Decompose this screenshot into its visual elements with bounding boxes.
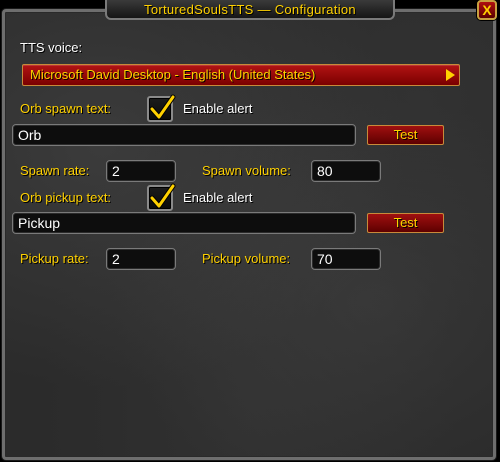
- spawn-rate-label: Spawn rate:: [20, 163, 90, 178]
- dropdown-arrow-icon: [446, 69, 455, 81]
- close-button[interactable]: X: [477, 0, 497, 20]
- title-bar[interactable]: TorturedSoulsTTS — Configuration: [105, 0, 395, 20]
- orb-spawn-enable-checkbox[interactable]: [147, 94, 176, 122]
- orb-pickup-enable-label: Enable alert: [183, 190, 253, 205]
- tts-voice-label: TTS voice:: [20, 40, 83, 55]
- pickup-volume-label: Pickup volume:: [202, 251, 291, 266]
- checkmark-icon: [149, 183, 176, 209]
- checkmark-icon: [149, 94, 176, 120]
- spawn-volume-label: Spawn volume:: [202, 163, 291, 178]
- orb-spawn-test-button[interactable]: Test: [367, 125, 444, 145]
- spawn-volume-input[interactable]: 80: [311, 160, 381, 182]
- orb-pickup-test-button[interactable]: Test: [367, 213, 444, 233]
- orb-pickup-enable-checkbox[interactable]: [147, 183, 176, 211]
- pickup-rate-input[interactable]: 2: [106, 248, 176, 270]
- config-window: TorturedSoulsTTS — Configuration X TTS v…: [0, 0, 500, 462]
- orb-spawn-label: Orb spawn text:: [20, 101, 112, 116]
- close-icon: X: [482, 2, 492, 18]
- tts-voice-selected: Microsoft David Desktop - English (Unite…: [30, 67, 316, 82]
- orb-pickup-label: Orb pickup text:: [20, 190, 112, 205]
- orb-pickup-text-input[interactable]: Pickup: [12, 212, 356, 234]
- tts-voice-dropdown[interactable]: Microsoft David Desktop - English (Unite…: [22, 64, 460, 86]
- orb-spawn-text-input[interactable]: Orb: [12, 124, 356, 146]
- pickup-rate-label: Pickup rate:: [20, 251, 89, 266]
- window-title: TorturedSoulsTTS — Configuration: [144, 1, 356, 17]
- orb-spawn-enable-label: Enable alert: [183, 101, 253, 116]
- pickup-volume-input[interactable]: 70: [311, 248, 381, 270]
- spawn-rate-input[interactable]: 2: [106, 160, 176, 182]
